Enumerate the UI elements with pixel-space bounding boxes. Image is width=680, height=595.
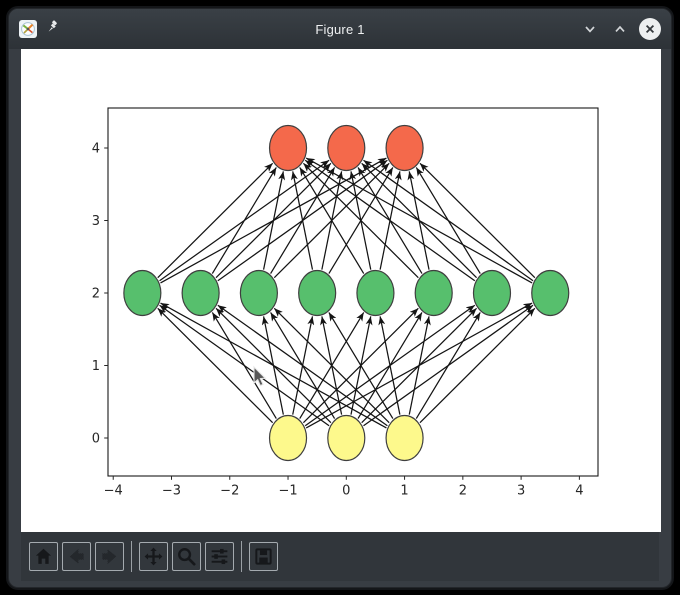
sliders-icon — [209, 546, 230, 567]
save-button[interactable] — [249, 542, 278, 571]
zoom-button[interactable] — [172, 542, 201, 571]
network-node-hidden — [532, 271, 569, 316]
svg-text:1: 1 — [92, 359, 100, 374]
x-tick: 3 — [517, 476, 525, 499]
move-icon — [143, 546, 164, 567]
svg-text:0: 0 — [92, 432, 100, 447]
y-tick: 2 — [92, 287, 108, 302]
network-node-output — [386, 126, 423, 171]
navigation-toolbar — [21, 532, 659, 581]
network-node-hidden — [124, 271, 161, 316]
svg-text:4: 4 — [92, 142, 100, 157]
chevron-up-icon — [611, 20, 629, 38]
x-tick: 2 — [459, 476, 467, 499]
network-node-input — [270, 416, 307, 461]
svg-text:−2: −2 — [220, 484, 239, 499]
x-tick: −3 — [162, 476, 181, 499]
pan-button[interactable] — [139, 542, 168, 571]
svg-text:2: 2 — [92, 287, 100, 302]
arrow-left-icon — [66, 546, 87, 567]
network-node-output — [270, 126, 307, 171]
back-button[interactable] — [62, 542, 91, 571]
svg-text:3: 3 — [92, 214, 100, 229]
network-node-hidden — [240, 271, 277, 316]
close-button[interactable] — [639, 18, 661, 40]
x-tick: 1 — [400, 476, 408, 499]
network-node-hidden — [357, 271, 394, 316]
svg-text:2: 2 — [459, 484, 467, 499]
network-node-hidden — [182, 271, 219, 316]
svg-text:3: 3 — [517, 484, 525, 499]
x-tick: 4 — [575, 476, 583, 499]
magnifier-icon — [176, 546, 197, 567]
arrow-right-icon — [99, 546, 120, 567]
network-node-hidden — [299, 271, 336, 316]
svg-text:1: 1 — [400, 484, 408, 499]
network-node-input — [386, 416, 423, 461]
plot-area[interactable]: −4 −3 −2 −1 0 1 2 3 4 0 1 2 3 4 — [21, 49, 661, 532]
svg-text:4: 4 — [575, 484, 583, 499]
figure-canvas[interactable]: −4 −3 −2 −1 0 1 2 3 4 0 1 2 3 4 — [21, 49, 661, 532]
close-x-icon — [643, 22, 657, 36]
minimize-button[interactable] — [579, 18, 601, 40]
network-node-input — [328, 416, 365, 461]
network-node-hidden — [473, 271, 510, 316]
toolbar-separator — [131, 541, 132, 572]
figure-window: Figure 1 −4 −3 −2 −1 0 1 2 3 4 0 1 2 3 4 — [8, 8, 672, 588]
x-tick: 0 — [342, 476, 350, 499]
svg-text:−3: −3 — [162, 484, 181, 499]
home-icon — [33, 546, 54, 567]
chevron-down-icon — [581, 20, 599, 38]
svg-text:−4: −4 — [104, 484, 123, 499]
network-node-hidden — [415, 271, 452, 316]
y-tick: 4 — [92, 142, 108, 157]
maximize-button[interactable] — [609, 18, 631, 40]
network-node-output — [328, 126, 365, 171]
subplots-button[interactable] — [205, 542, 234, 571]
toolbar-separator — [241, 541, 242, 572]
floppy-disk-icon — [253, 546, 274, 567]
window-title: Figure 1 — [9, 22, 671, 37]
svg-text:−1: −1 — [278, 484, 297, 499]
home-button[interactable] — [29, 542, 58, 571]
y-tick: 0 — [92, 432, 108, 447]
y-tick: 3 — [92, 214, 108, 229]
x-tick: −1 — [278, 476, 297, 499]
x-tick: −4 — [104, 476, 123, 499]
titlebar[interactable]: Figure 1 — [9, 9, 671, 49]
x-tick: −2 — [220, 476, 239, 499]
forward-button[interactable] — [95, 542, 124, 571]
svg-text:0: 0 — [342, 484, 350, 499]
y-tick: 1 — [92, 359, 108, 374]
